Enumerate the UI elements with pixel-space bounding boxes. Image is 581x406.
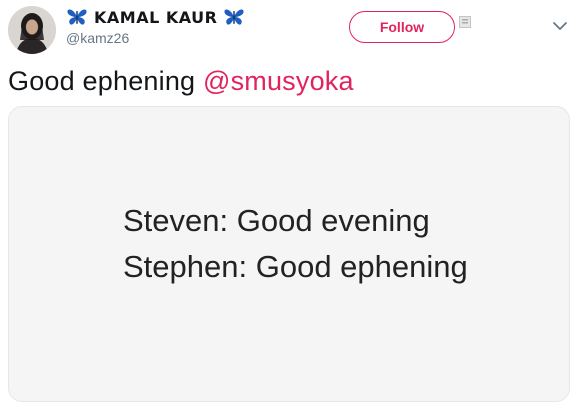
status-icon [459,16,471,28]
user-name-row: KAMAL KAUR [66,6,245,28]
butterfly-icon [67,9,87,25]
meme-line-2: Stephen: Good ephening [123,249,468,284]
chevron-down-icon[interactable] [552,20,568,32]
tweet-text: Good ephening @smusyoka [8,66,354,97]
follow-button[interactable]: Follow [349,11,455,43]
display-name[interactable]: KAMAL KAUR [94,8,217,27]
profile-photo-icon [8,6,56,54]
butterfly-icon [224,9,245,25]
user-handle[interactable]: @kamz26 [66,30,129,46]
tweet-body: Good ephening [8,66,203,96]
tweet-media-image[interactable]: Steven: Good evening Stephen: Good ephen… [8,106,570,402]
mention-link[interactable]: @smusyoka [203,66,354,96]
avatar[interactable] [8,6,56,54]
meme-line-1: Steven: Good evening [123,203,430,238]
